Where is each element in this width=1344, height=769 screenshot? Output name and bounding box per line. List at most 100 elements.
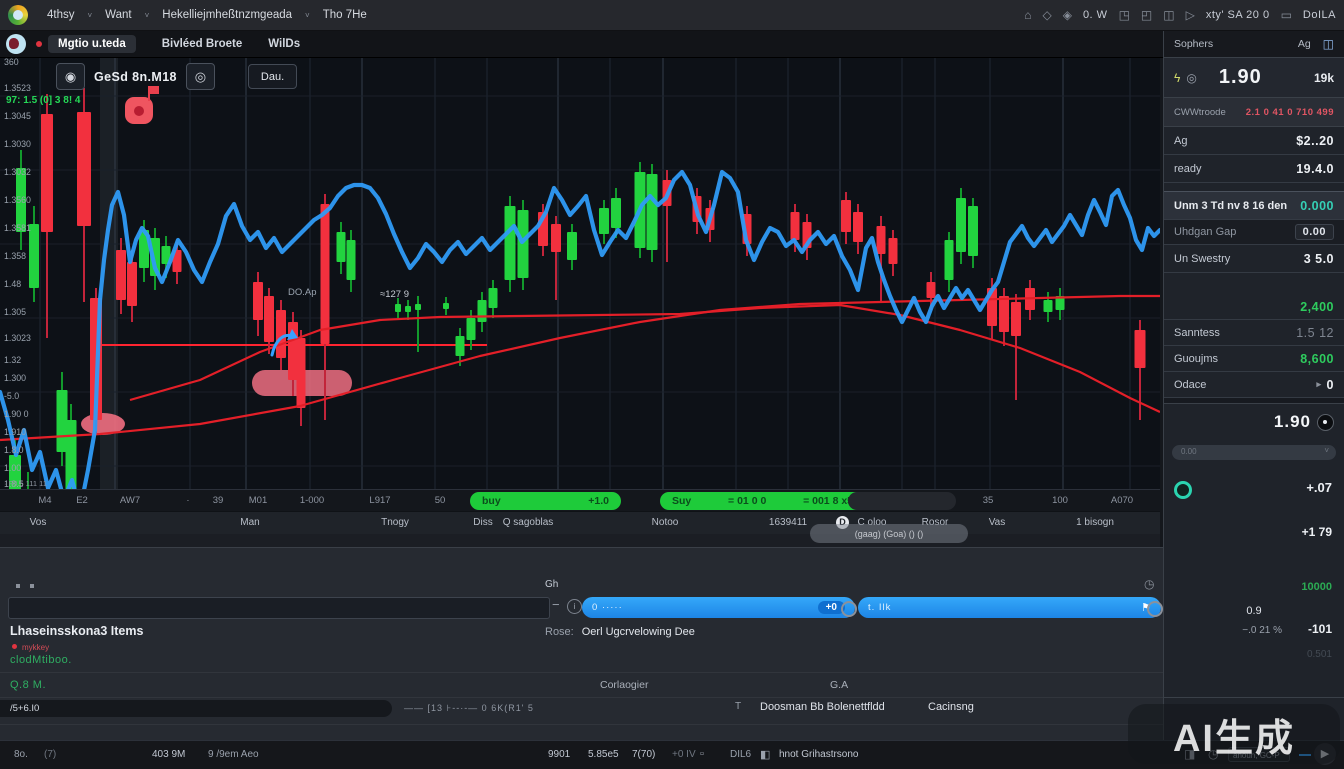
panel-subtitle-value: Oerl Ugcrvelowing Dee (582, 626, 695, 638)
candle-body (337, 232, 346, 262)
bottom-tab-3[interactable]: Diss (473, 517, 492, 528)
candle-body (264, 296, 274, 342)
minus-stepper[interactable]: − (552, 597, 560, 612)
candle-body (841, 200, 851, 232)
price-axis-label: -5.0 (4, 391, 19, 401)
sidebar-row-swap: Un Swestry 3 5.0 (1164, 245, 1344, 273)
pl-value-2: +1 79 (1302, 525, 1332, 539)
shield-icon[interactable]: ◇ (1042, 9, 1051, 21)
status-ring-icon[interactable] (1174, 481, 1192, 499)
eye-icon[interactable]: ◉ (56, 63, 85, 90)
candle-body (29, 224, 39, 288)
candle-body (415, 304, 421, 310)
panel-row-text-a[interactable]: Doosman Bb Bolenettfldd (760, 701, 885, 713)
app-logo-icon[interactable] (8, 5, 28, 25)
battery-icon[interactable]: ▭ (1281, 9, 1292, 21)
window-icon[interactable]: ◰ (1141, 9, 1152, 21)
order-comment-input[interactable] (8, 597, 550, 619)
window-icon[interactable]: ◳ (1119, 9, 1130, 21)
bottom-tab-6[interactable]: 1639411 (769, 517, 807, 528)
green-link-2[interactable]: Q.8 M. (10, 679, 46, 691)
buy-button[interactable]: buy +1.0 (470, 492, 621, 510)
bottom-tab-4[interactable]: Q sagoblas (503, 517, 554, 528)
symbol-strip[interactable]: /5+6.I0 (0, 700, 392, 717)
chart-annotation: ≈127 9 (380, 289, 409, 300)
row-label: Ag (1174, 135, 1187, 147)
primary-action-button[interactable]: 0 ····· +0 (582, 597, 855, 618)
menu-item-2[interactable]: Hekelliejmheßtnzmgeada (162, 9, 292, 21)
grid-icon[interactable]: ◫ (1323, 37, 1334, 51)
price-chart[interactable]: 97: 1.5 (0] 3 8! 4DO.Ap≈127 93601.35231.… (0, 57, 1160, 489)
account-selector[interactable]: Mgtio u.teda (48, 35, 136, 53)
green-link-1[interactable]: clodMtiboo. (10, 654, 72, 666)
volume-slider[interactable]: 0.00 ˅ (1172, 445, 1336, 460)
time-axis-label: M01 (249, 495, 267, 506)
user-avatar[interactable] (6, 34, 26, 54)
toolbar-tab-broker[interactable]: Bivléed Broete (162, 38, 243, 50)
camera-icon[interactable]: ◎ (186, 63, 215, 90)
menu-items: 4thsy˅Want˅Hekelliejmheßtnzmgeada˅Tho 7H… (38, 9, 376, 21)
checkbox-icon[interactable]: ▫ (700, 748, 704, 760)
order-sidebar: Sophers Ag ◫ ϟ ◎ 1.90 19k CWWtroode 2.1 … (1163, 30, 1344, 740)
symbol-quote-text[interactable]: xty' SA 20 0 (1206, 9, 1270, 21)
candle-body (395, 304, 401, 312)
menu-item-0[interactable]: 4thsy (47, 9, 75, 21)
status-toggle-1[interactable]: DIL6 (730, 749, 751, 760)
cursor-icon[interactable]: ▷ (1186, 9, 1195, 21)
row-label: Un Swestry (1174, 253, 1230, 265)
layout-icon[interactable]: ◫ (1163, 9, 1174, 21)
panel-row-text-b[interactable]: Cacinsng (928, 701, 974, 713)
drag-dot-icon (30, 584, 34, 588)
price-axis-label: 1.3045 (4, 111, 31, 121)
row-label: Unm 3 Td nv 8 16 den (1174, 200, 1287, 212)
bottom-tab-10[interactable]: 1 bisogn (1076, 517, 1114, 528)
time-axis[interactable]: buy +1.0 Suy = 01 0 0 = 001 8 x5 M4E2AW7… (0, 489, 1160, 512)
info-badge-icon[interactable] (1317, 414, 1334, 431)
candle-body (968, 206, 978, 256)
status-toggle-2[interactable]: hnot Grihastrsono (779, 749, 859, 760)
bottom-tab-5[interactable]: Notoo (652, 517, 679, 528)
bottom-tab-1[interactable]: Man (240, 517, 259, 528)
status-mid-1: 403 9M (152, 749, 185, 760)
panel-section-title: Lhaseinsskona3 Items (10, 624, 143, 638)
price-axis-label: 1.3023 (4, 333, 31, 343)
time-axis-label: 50 (435, 495, 446, 506)
gear-icon[interactable]: ◈ (1063, 9, 1072, 21)
candle-body (889, 238, 898, 264)
notification-dot-icon (36, 41, 42, 47)
clock-icon[interactable]: ◷ (1144, 577, 1154, 591)
bottom-tab-0[interactable]: Vos (30, 517, 47, 528)
secondary-action-button[interactable]: t. Ilk ⚑ (858, 597, 1161, 618)
sidebar-search-label[interactable]: Sophers (1174, 38, 1213, 50)
time-axis-label: AW7 (120, 495, 140, 506)
time-axis-label: 35 (983, 495, 994, 506)
inactive-order-pill[interactable] (848, 492, 956, 510)
chart-canvas[interactable]: 97: 1.5 (0] 3 8! 4DO.Ap≈127 93601.35231.… (0, 57, 1160, 489)
timeframe-button[interactable]: Dau. (248, 64, 297, 89)
window-icon[interactable]: ⌂ (1024, 9, 1031, 21)
bottom-tab-9[interactable]: Vas (989, 517, 1006, 528)
bottom-tab-2[interactable]: Tnogy (381, 517, 409, 528)
price-axis-label: 1.3030 (4, 139, 31, 149)
sidebar-row-margin[interactable]: Unm 3 Td nv 8 16 den 0.000 (1164, 191, 1344, 220)
sell-value-1: = 01 0 0 (728, 495, 766, 507)
target-icon[interactable]: ◎ (1186, 71, 1196, 85)
account-label[interactable]: DoILA (1303, 9, 1336, 21)
status-num-2: 5.85e5 (588, 749, 619, 760)
sidebar-row-gap-input[interactable]: Uhdgan Gap 0.00 (1164, 220, 1344, 245)
buy-label: buy (482, 495, 501, 507)
candle-body (297, 338, 306, 408)
toolbar-tab-wills[interactable]: WilDs (268, 38, 300, 50)
row-value-box[interactable]: 0.00 (1295, 224, 1334, 240)
window-icon[interactable]: ◧ (760, 748, 770, 761)
sell-button[interactable]: Suy = 01 0 0 = 001 8 x5 (660, 492, 865, 510)
sell-label: Suy (672, 495, 691, 507)
bolt-icon[interactable]: ϟ (1174, 71, 1180, 85)
candle-body (321, 204, 330, 344)
mic-status-text[interactable]: 0. W (1083, 9, 1108, 21)
status-mid-2: 9 /9em Aeo (208, 749, 259, 760)
sidebar-ag-label[interactable]: Ag (1298, 38, 1311, 50)
menu-item-3[interactable]: Tho 7He (323, 9, 367, 21)
menu-item-1[interactable]: Want (105, 9, 131, 21)
sidebar-row-orders[interactable]: Odace ▸0 (1164, 372, 1344, 398)
